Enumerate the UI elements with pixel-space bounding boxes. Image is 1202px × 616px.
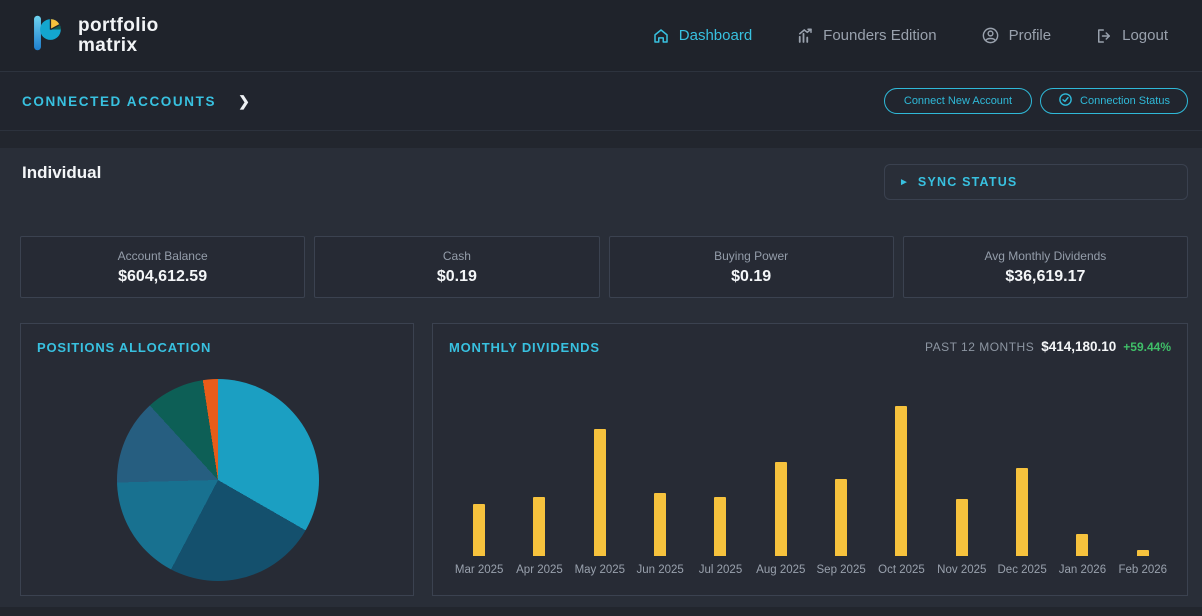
bar-column — [570, 406, 630, 556]
x-axis-label: Dec 2025 — [992, 564, 1052, 576]
nav-item-dashboard[interactable]: Dashboard — [652, 27, 752, 45]
dividend-bar — [1016, 468, 1028, 556]
bar-column — [630, 406, 690, 556]
dividend-bar — [1137, 550, 1149, 556]
connected-accounts-title: CONNECTED ACCOUNTS — [22, 94, 216, 109]
dividend-bars — [449, 406, 1173, 556]
connection-status-button[interactable]: Connection Status — [1040, 88, 1188, 114]
x-axis-label: Sep 2025 — [811, 564, 871, 576]
nav-item-logout[interactable]: Logout — [1095, 27, 1168, 45]
x-axis-label: Apr 2025 — [509, 564, 569, 576]
dividend-bar — [956, 499, 968, 556]
positions-allocation-panel: POSITIONS ALLOCATION — [20, 323, 414, 596]
dividend-bar — [714, 497, 726, 556]
stat-card-cash: Cash $0.19 — [314, 236, 599, 298]
profile-icon — [981, 26, 1000, 45]
accounts-actions: Connect New Account Connection Status — [884, 88, 1188, 114]
main-content: Individual ► SYNC STATUS Account Balance… — [0, 148, 1202, 607]
stat-label: Cash — [443, 249, 471, 263]
stat-label: Buying Power — [714, 249, 788, 263]
sync-status-label: SYNC STATUS — [918, 175, 1018, 189]
nav-label-founders-edition: Founders Edition — [823, 27, 936, 44]
stat-label: Account Balance — [118, 249, 208, 263]
x-axis-label: Feb 2026 — [1113, 564, 1173, 576]
bar-column — [1052, 406, 1112, 556]
bar-column — [690, 406, 750, 556]
x-axis-labels: Mar 2025Apr 2025May 2025Jun 2025Jul 2025… — [449, 564, 1173, 576]
x-axis-label: Jul 2025 — [690, 564, 750, 576]
brand-name: portfolio matrix — [78, 16, 159, 55]
bar-column — [751, 406, 811, 556]
x-axis-label: May 2025 — [570, 564, 630, 576]
x-axis-label: Aug 2025 — [751, 564, 811, 576]
bar-column — [871, 406, 931, 556]
dividend-bar — [473, 504, 485, 556]
dividend-bar — [895, 406, 907, 556]
x-axis-label: Jan 2026 — [1052, 564, 1112, 576]
nav-label-dashboard: Dashboard — [679, 27, 752, 44]
connect-new-account-label: Connect New Account — [904, 95, 1012, 107]
chevron-right-icon[interactable]: ❯ — [238, 93, 250, 110]
portfolio-matrix-logo-icon — [28, 10, 66, 61]
nav-item-founders-edition[interactable]: Founders Edition — [796, 27, 936, 45]
stat-label: Avg Monthly Dividends — [984, 249, 1106, 263]
nav-label-profile: Profile — [1009, 27, 1052, 44]
period-label: PAST 12 MONTHS — [925, 340, 1034, 354]
bar-column — [1113, 406, 1173, 556]
dividend-bar — [1076, 534, 1088, 556]
dividends-total: $414,180.10 — [1041, 339, 1116, 354]
positions-allocation-title: POSITIONS ALLOCATION — [37, 340, 211, 355]
bar-column — [509, 406, 569, 556]
stats-icon — [796, 27, 814, 45]
stat-value: $0.19 — [437, 268, 477, 286]
stat-card-avg-monthly-dividends: Avg Monthly Dividends $36,619.17 — [903, 236, 1188, 298]
x-axis-label: Oct 2025 — [871, 564, 931, 576]
stat-card-buying-power: Buying Power $0.19 — [609, 236, 894, 298]
dividend-bar — [654, 493, 666, 556]
positions-pie-chart — [117, 379, 319, 581]
check-circle-icon — [1058, 92, 1073, 110]
brand-logo[interactable]: portfolio matrix — [28, 10, 159, 61]
x-axis-label: Jun 2025 — [630, 564, 690, 576]
top-nav: portfolio matrix Dashboard Founders Edit… — [0, 0, 1202, 72]
bar-column — [932, 406, 992, 556]
triangle-right-icon: ► — [899, 177, 909, 188]
connect-new-account-button[interactable]: Connect New Account — [884, 88, 1032, 114]
home-icon — [652, 27, 670, 45]
logout-icon — [1095, 27, 1113, 45]
x-axis-label: Mar 2025 — [449, 564, 509, 576]
dividends-change-badge: +59.44% — [1123, 340, 1171, 354]
dividend-bar — [533, 497, 545, 556]
stat-value: $36,619.17 — [1005, 268, 1085, 286]
nav-item-profile[interactable]: Profile — [981, 26, 1052, 45]
dividend-bar — [594, 429, 606, 556]
connected-accounts-toggle[interactable]: CONNECTED ACCOUNTS ❯ — [22, 93, 250, 110]
sync-status-toggle[interactable]: ► SYNC STATUS — [884, 164, 1188, 200]
stat-card-account-balance: Account Balance $604,612.59 — [20, 236, 305, 298]
x-axis-label: Nov 2025 — [932, 564, 992, 576]
stat-value: $0.19 — [731, 268, 771, 286]
account-section-title: Individual — [22, 163, 101, 183]
stat-value: $604,612.59 — [118, 268, 207, 286]
connected-accounts-bar: CONNECTED ACCOUNTS ❯ Connect New Account… — [0, 72, 1202, 131]
main-nav: Dashboard Founders Edition Profile — [652, 26, 1168, 45]
stats-row: Account Balance $604,612.59 Cash $0.19 B… — [20, 236, 1188, 298]
connection-status-label: Connection Status — [1080, 95, 1170, 107]
bar-column — [811, 406, 871, 556]
dividend-bar — [835, 479, 847, 556]
monthly-dividends-title: MONTHLY DIVIDENDS — [449, 340, 600, 355]
monthly-dividends-panel: MONTHLY DIVIDENDS PAST 12 MONTHS $414,18… — [432, 323, 1188, 596]
bar-column — [449, 406, 509, 556]
bar-column — [992, 406, 1052, 556]
dividends-summary: PAST 12 MONTHS $414,180.10 +59.44% — [925, 339, 1171, 354]
dividend-bar — [775, 462, 787, 556]
nav-label-logout: Logout — [1122, 27, 1168, 44]
